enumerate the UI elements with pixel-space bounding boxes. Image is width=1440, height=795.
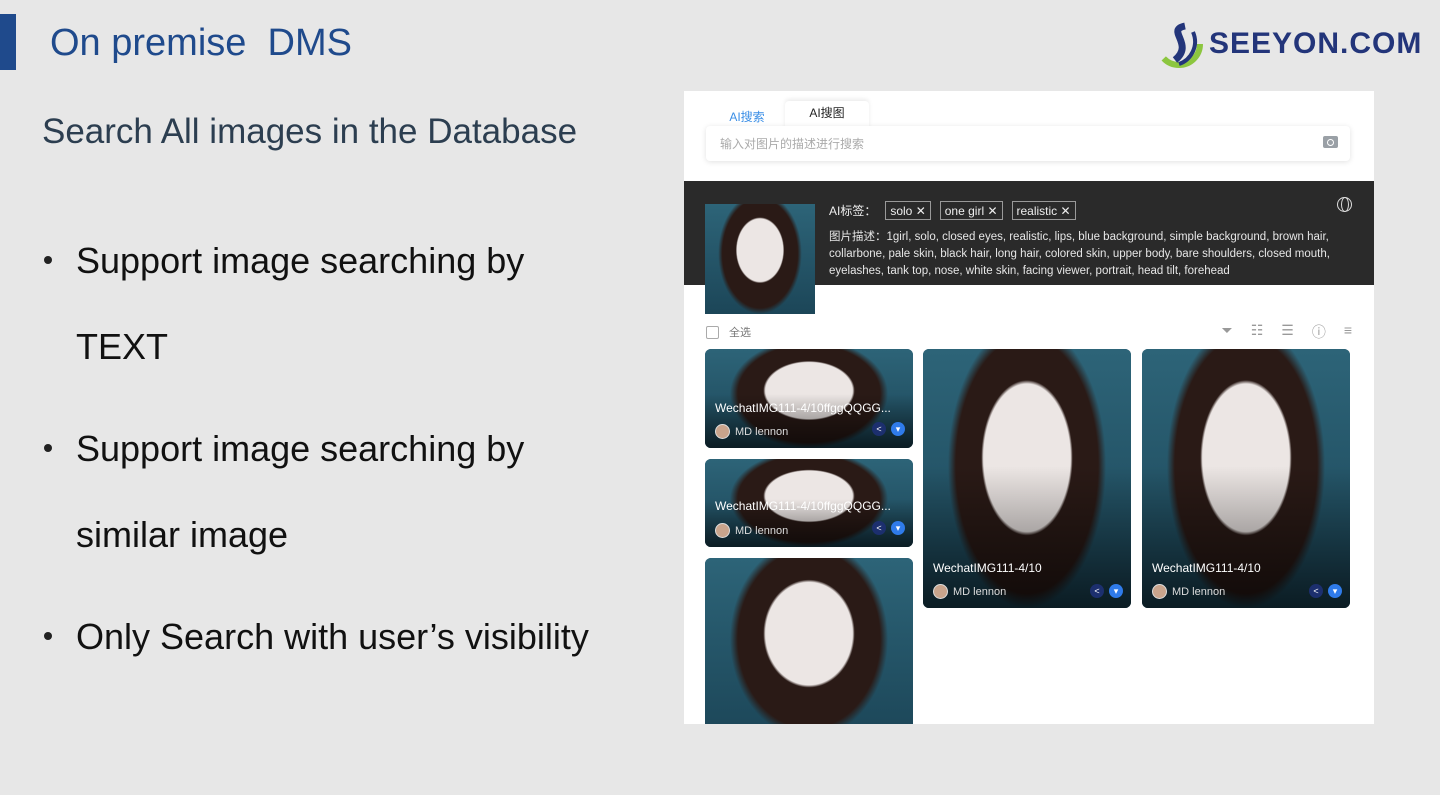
bullet-item: Only Search with user’s visibility	[44, 594, 596, 680]
image-card[interactable]: WechatIMG111-4/10ffggQQGG... MD lennon <…	[705, 459, 913, 547]
share-icon[interactable]: <	[1309, 584, 1323, 598]
filter-icon[interactable]: ⏷	[1222, 322, 1233, 342]
ai-tags: AI标签： solo ✕ one girl ✕ realistic ✕	[829, 201, 1076, 220]
list-icon[interactable]: ☰	[1281, 322, 1294, 342]
info-icon[interactable]: ⓘ	[1312, 322, 1326, 342]
bullet-item: Support image searching by TEXT	[44, 218, 596, 390]
download-icon[interactable]: ▾	[1328, 584, 1342, 598]
logo-swirl-icon	[1155, 20, 1203, 68]
share-icon[interactable]: <	[1090, 584, 1104, 598]
globe-icon[interactable]	[1337, 197, 1352, 212]
select-all-checkbox[interactable]	[706, 325, 719, 339]
tag-chip[interactable]: one girl ✕	[939, 201, 1003, 220]
dms-app-screenshot: AI搜索 AI搜图 AI标签： solo ✕ one girl ✕ realis…	[684, 91, 1374, 724]
tag-chip[interactable]: solo ✕	[885, 201, 931, 220]
avatar	[715, 424, 730, 439]
bullet-dot	[44, 256, 52, 264]
search-input[interactable]	[706, 126, 1296, 161]
avatar	[1152, 584, 1167, 599]
share-icon[interactable]: <	[872, 422, 886, 436]
image-card[interactable]: WechatIMG111-4/10 MD lennon < ▾	[923, 349, 1131, 608]
ai-tags-label: AI标签：	[829, 204, 877, 218]
bullet-dot	[44, 632, 52, 640]
tab-ai-image-search[interactable]: AI搜图	[785, 101, 869, 129]
image-card[interactable]	[705, 558, 913, 724]
download-icon[interactable]: ▾	[1109, 584, 1123, 598]
download-icon[interactable]: ▾	[891, 521, 905, 535]
share-icon[interactable]: <	[872, 521, 886, 535]
search-box	[706, 126, 1350, 161]
title-accent-bar	[0, 14, 16, 70]
avatar	[715, 523, 730, 538]
slide-title: On premise DMS	[50, 22, 352, 64]
seeyon-logo: SEEYON.COM	[1155, 20, 1422, 68]
query-image	[705, 204, 815, 314]
avatar	[933, 584, 948, 599]
slide-subtitle: Search All images in the Database	[42, 112, 578, 151]
download-icon[interactable]: ▾	[891, 422, 905, 436]
image-card[interactable]: WechatIMG111-4/10 MD lennon < ▾	[1142, 349, 1350, 608]
camera-icon[interactable]	[1323, 136, 1338, 148]
sort-icon[interactable]: ≡	[1344, 322, 1352, 342]
bullet-item: Support image searching by similar image	[44, 406, 596, 578]
tag-chip[interactable]: realistic ✕	[1011, 201, 1076, 220]
image-description: 图片描述：1girl, solo, closed eyes, realistic…	[829, 231, 1330, 277]
grid-list-icon[interactable]: ☷	[1251, 322, 1264, 342]
select-all-label: 全选	[729, 327, 751, 339]
image-card[interactable]: WechatIMG111-4/10ffggQQGG... MD lennon <…	[705, 349, 913, 448]
results-toolbar: 全选 ⏷ ☷ ☰ ⓘ ≡	[706, 322, 1352, 342]
bullet-dot	[44, 444, 52, 452]
